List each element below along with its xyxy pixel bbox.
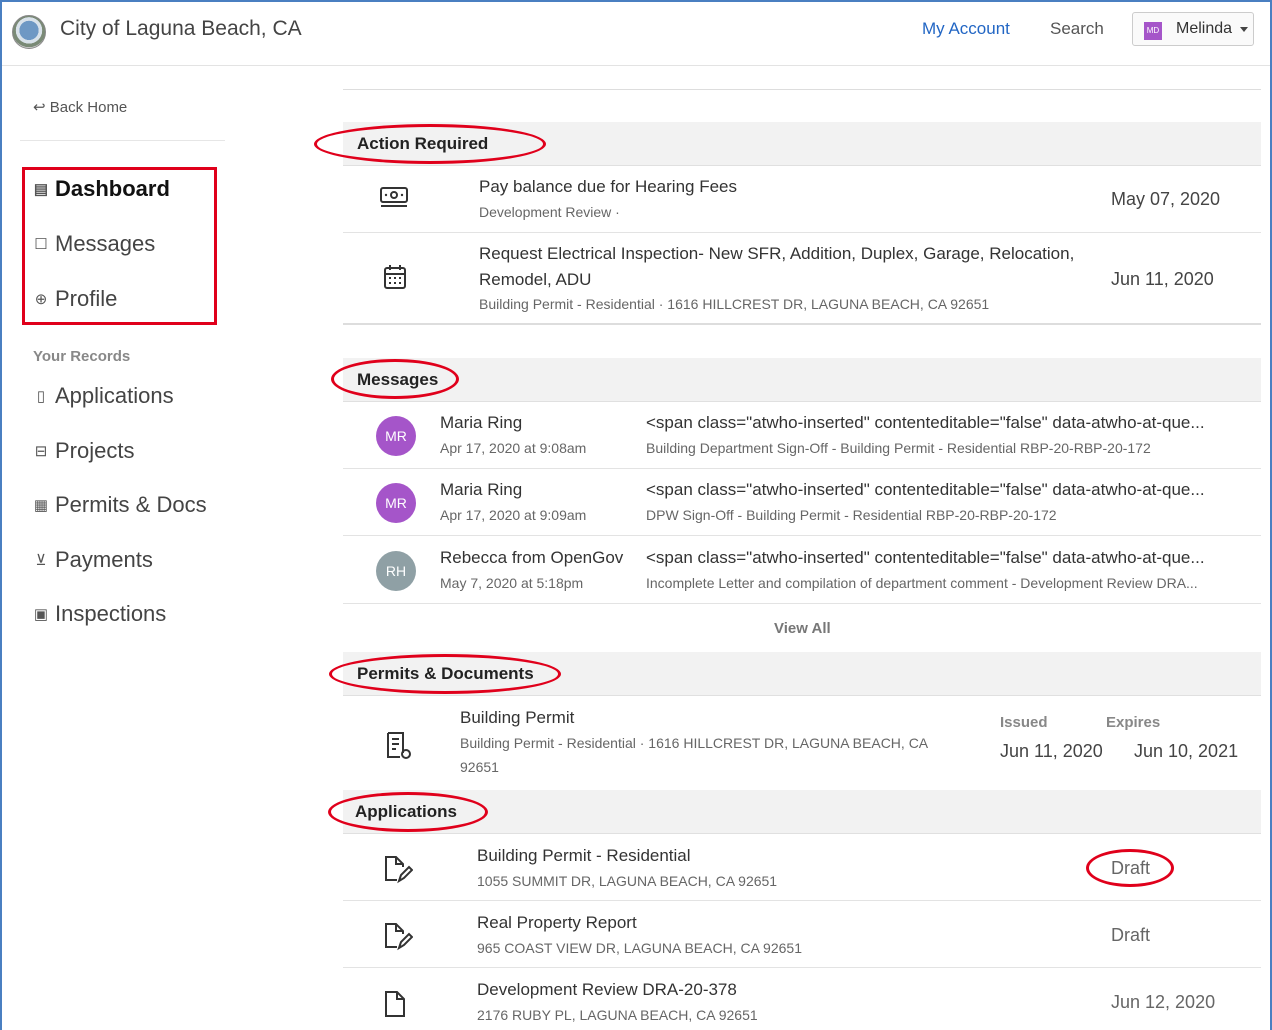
- sidebar-item-label: Messages: [55, 231, 156, 256]
- sidebar-item-permits-docs[interactable]: ▦ Permits & Docs: [33, 492, 207, 518]
- application-address: 965 COAST VIEW DR, LAGUNA BEACH, CA 9265…: [477, 940, 802, 956]
- clipboard-icon: ▣: [33, 606, 49, 623]
- message-row[interactable]: MR Maria Ring Apr 17, 2020 at 9:08am <sp…: [343, 402, 1261, 469]
- briefcase-icon: ⊟: [34, 443, 48, 460]
- message-context: Building Department Sign-Off - Building …: [646, 440, 1151, 456]
- action-item[interactable]: Request Electrical Inspection- New SFR, …: [343, 233, 1261, 325]
- application-title: Building Permit - Residential: [477, 846, 691, 865]
- user-avatar: MD: [1144, 22, 1162, 40]
- annotation-ellipse: [1086, 849, 1174, 887]
- annotation-ellipse: [314, 124, 546, 164]
- user-menu-button[interactable]: MD Melinda: [1132, 12, 1254, 46]
- back-arrow-icon: ↩: [33, 99, 46, 116]
- issued-date: Jun 11, 2020: [1000, 741, 1103, 761]
- message-sender: Maria Ring: [440, 480, 523, 499]
- sidebar-item-label: Dashboard: [55, 176, 170, 201]
- calendar-icon: [384, 265, 406, 289]
- sidebar-item-label: Projects: [55, 438, 135, 463]
- message-sender: Maria Ring: [440, 413, 523, 432]
- sidebar-item-messages[interactable]: ☐ Messages: [33, 231, 155, 257]
- message-context: Incomplete Letter and compilation of dep…: [646, 575, 1198, 591]
- avatar: RH: [376, 551, 416, 591]
- message-row[interactable]: MR Maria Ring Apr 17, 2020 at 9:09am <sp…: [343, 469, 1261, 536]
- permit-title: Building Permit: [460, 708, 575, 727]
- user-name: Melinda: [1176, 20, 1233, 37]
- message-context: DPW Sign-Off - Building Permit - Residen…: [646, 507, 1057, 523]
- status-date: Jun 12, 2020: [1111, 992, 1216, 1012]
- application-row[interactable]: Development Review DRA-20-378 2176 RUBY …: [343, 968, 1261, 1030]
- records-heading: Your Records: [33, 348, 131, 365]
- city-seal-logo[interactable]: [12, 15, 46, 49]
- action-item-title: Pay balance due for Hearing Fees: [479, 177, 737, 196]
- top-navbar: City of Laguna Beach, CA My Account Sear…: [2, 2, 1270, 66]
- back-home-link[interactable]: ↩ Back Home: [33, 98, 127, 116]
- message-preview: <span class="atwho-inserted" contentedit…: [646, 480, 1205, 499]
- issued-label: Issued: [1000, 714, 1048, 731]
- edit-document-icon: [385, 856, 413, 884]
- inbox-icon: ☐: [34, 236, 48, 253]
- sidebar-divider: [20, 140, 225, 141]
- expires-date: Jun 10, 2021: [1134, 741, 1239, 761]
- action-item-title-line1: Request Electrical Inspection- New SFR, …: [479, 244, 1075, 263]
- avatar: MR: [376, 483, 416, 523]
- certificate-icon: ▦: [33, 497, 49, 514]
- application-address: 2176 RUBY PL, LAGUNA BEACH, CA 92651: [477, 1007, 758, 1023]
- action-item-subtitle: Development Review ·: [479, 204, 620, 220]
- application-row[interactable]: Real Property Report 965 COAST VIEW DR, …: [343, 901, 1261, 968]
- sidebar-item-label: Payments: [55, 547, 153, 572]
- annotation-ellipse: [328, 792, 488, 832]
- document-icon: ▯: [36, 388, 46, 405]
- sidebar-item-label: Inspections: [55, 601, 167, 626]
- sidebar-item-label: Applications: [55, 383, 174, 408]
- annotation-ellipse: [331, 359, 459, 399]
- avatar: MR: [376, 416, 416, 456]
- message-sender: Rebecca from OpenGov: [440, 548, 624, 567]
- money-icon: [380, 187, 408, 207]
- sidebar-item-applications[interactable]: ▯ Applications: [33, 383, 174, 409]
- message-time: May 7, 2020 at 5:18pm: [440, 575, 584, 591]
- permit-subtitle-line2: 92651: [460, 759, 499, 775]
- action-item-title-line2: Remodel, ADU: [479, 270, 592, 289]
- caret-down-icon: [1240, 27, 1248, 32]
- sidebar-item-inspections[interactable]: ▣ Inspections: [33, 601, 166, 627]
- permit-row[interactable]: Building Permit Building Permit - Reside…: [343, 697, 1261, 789]
- view-all-link[interactable]: View All: [774, 620, 831, 637]
- message-preview: <span class="atwho-inserted" contentedit…: [646, 548, 1205, 567]
- user-circle-icon: ⊕: [34, 291, 48, 308]
- annotation-ellipse: [329, 654, 561, 694]
- card-top-edge: [343, 86, 1261, 90]
- sidebar-item-label: Permits & Docs: [55, 492, 207, 517]
- document-icon: [385, 991, 405, 1017]
- action-item[interactable]: Pay balance due for Hearing Fees Develop…: [343, 166, 1261, 233]
- back-home-label: Back Home: [49, 99, 128, 116]
- action-item-subtitle: Building Permit - Residential · 1616 HIL…: [479, 296, 990, 312]
- application-address: 1055 SUMMIT DR, LAGUNA BEACH, CA 92651: [477, 873, 778, 889]
- cart-icon: ⊻: [35, 552, 47, 569]
- sidebar-item-profile[interactable]: ⊕ Profile: [33, 286, 118, 312]
- message-time: Apr 17, 2020 at 9:09am: [440, 507, 587, 523]
- permit-subtitle-line1: Building Permit - Residential · 1616 HIL…: [460, 735, 929, 751]
- permit-icon: [387, 732, 411, 759]
- sidebar-item-projects[interactable]: ⊟ Projects: [33, 438, 135, 464]
- edit-document-icon: [385, 923, 413, 951]
- sidebar-item-dashboard[interactable]: ▤ Dashboard: [33, 176, 170, 202]
- sidebar-item-label: Profile: [55, 286, 118, 311]
- application-title: Real Property Report: [477, 913, 637, 932]
- message-preview: <span class="atwho-inserted" contentedit…: [646, 413, 1205, 432]
- status-badge: Draft: [1111, 925, 1151, 945]
- search-link[interactable]: Search: [1050, 19, 1104, 39]
- sidebar-item-payments[interactable]: ⊻ Payments: [33, 547, 153, 573]
- expires-label: Expires: [1106, 714, 1161, 731]
- message-time: Apr 17, 2020 at 9:08am: [440, 440, 587, 456]
- action-item-date: May 07, 2020: [1111, 189, 1221, 209]
- application-title: Development Review DRA-20-378: [477, 980, 737, 999]
- my-account-link[interactable]: My Account: [922, 19, 1010, 39]
- section-header-messages: Messages: [343, 358, 1261, 402]
- action-item-date: Jun 11, 2020: [1111, 269, 1214, 289]
- site-title[interactable]: City of Laguna Beach, CA: [60, 17, 302, 41]
- message-row[interactable]: RH Rebecca from OpenGov May 7, 2020 at 5…: [343, 536, 1261, 604]
- dashboard-icon: ▤: [33, 181, 49, 198]
